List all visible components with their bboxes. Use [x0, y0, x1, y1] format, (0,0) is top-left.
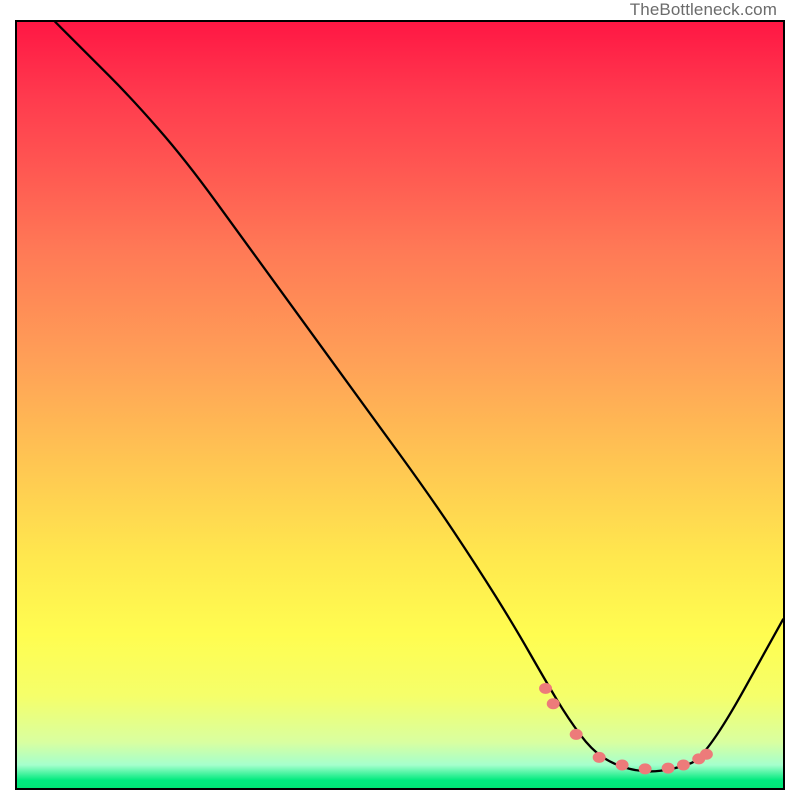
bottleneck-curve: [55, 22, 783, 771]
highlight-dot: [547, 698, 560, 709]
highlight-dot: [662, 763, 675, 774]
highlight-dot: [593, 752, 606, 763]
highlight-dots-group: [539, 683, 713, 774]
highlight-dot: [570, 729, 583, 740]
chart-area: TheBottleneck.com: [15, 20, 785, 790]
highlight-dot: [700, 749, 713, 760]
highlight-dot: [639, 763, 652, 774]
watermark-label: TheBottleneck.com: [630, 0, 777, 20]
highlight-dot: [616, 760, 629, 771]
highlight-dot: [539, 683, 552, 694]
chart-svg: [17, 22, 783, 788]
highlight-dot: [692, 753, 705, 764]
highlight-dot: [677, 760, 690, 771]
